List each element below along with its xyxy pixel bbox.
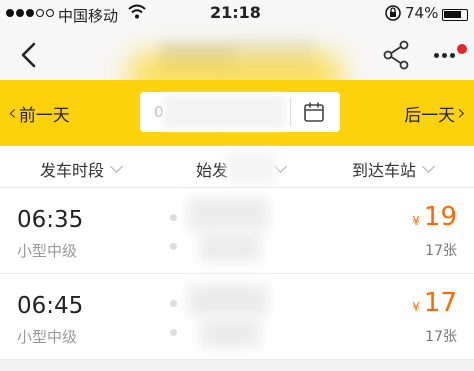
battery-percentage: 74% xyxy=(405,4,439,22)
battery-icon xyxy=(442,9,468,21)
more-options-button[interactable] xyxy=(430,44,467,66)
previous-day-label: 前一天 xyxy=(18,106,70,126)
origin-redacted xyxy=(188,198,268,230)
clock: 21:18 xyxy=(210,3,261,22)
orientation-lock-icon xyxy=(385,4,401,26)
filter-label: 到达车站 xyxy=(352,161,417,180)
previous-day-button[interactable]: ‹ 前一天 xyxy=(8,101,70,126)
date-redacted xyxy=(164,96,284,128)
bus-type: 小型中级 xyxy=(17,242,78,260)
destination-redacted xyxy=(200,318,260,348)
trip-list: 06:35 小型中级 ¥ 19 17张 06:45 小型中级 ¥ 17 17张 xyxy=(0,188,474,360)
ticket-price: ¥ 19 xyxy=(412,202,457,232)
date-selector-bar: ‹ 前一天 0 后一天 › xyxy=(0,80,474,146)
filter-departure-time[interactable]: 发车时段 xyxy=(40,157,123,181)
filter-label: 始发 xyxy=(196,161,229,180)
bus-type: 小型中级 xyxy=(17,328,78,346)
origin-dot-icon xyxy=(170,300,177,307)
destination-dot-icon xyxy=(170,243,177,250)
filter-label: 发车时段 xyxy=(40,161,105,180)
seats-remaining: 17张 xyxy=(425,243,457,259)
divider xyxy=(290,98,291,126)
calendar-icon[interactable] xyxy=(303,101,325,123)
chevron-down-icon xyxy=(274,159,287,173)
notification-badge xyxy=(457,44,467,54)
filter-redacted xyxy=(226,152,276,184)
share-icon[interactable] xyxy=(382,40,410,70)
origin-dot-icon xyxy=(170,214,177,221)
destination-redacted xyxy=(200,232,260,262)
origin-redacted xyxy=(188,284,268,316)
carrier-label: 中国移动 xyxy=(58,7,119,25)
chevron-right-icon: › xyxy=(457,100,466,126)
signal-strength-icon xyxy=(6,9,54,17)
more-dots-icon xyxy=(434,53,455,58)
departure-time: 06:45 xyxy=(17,293,84,319)
next-day-label: 后一天 xyxy=(404,106,456,126)
price-amount: 19 xyxy=(423,202,457,232)
wifi-icon xyxy=(128,4,146,24)
filter-arrival-station[interactable]: 到达车站 xyxy=(352,157,435,181)
chevron-down-icon xyxy=(110,159,123,173)
price-amount: 17 xyxy=(423,288,457,318)
ticket-price: ¥ 17 xyxy=(412,288,457,318)
chevron-left-icon: ‹ xyxy=(8,100,17,126)
currency-symbol: ¥ xyxy=(412,300,420,314)
chevron-down-icon xyxy=(422,159,435,173)
back-chevron-icon[interactable] xyxy=(16,38,46,72)
destination-dot-icon xyxy=(170,329,177,336)
currency-symbol: ¥ xyxy=(412,214,420,228)
status-bar: 中国移动 21:18 74% xyxy=(0,0,474,30)
trip-row[interactable]: 06:45 小型中级 ¥ 17 17张 xyxy=(0,274,474,360)
trip-row[interactable]: 06:35 小型中级 ¥ 19 17张 xyxy=(0,188,474,274)
date-picker[interactable]: 0 xyxy=(140,92,340,132)
departure-time: 06:35 xyxy=(17,207,84,233)
seats-remaining: 17张 xyxy=(425,329,457,345)
next-day-button[interactable]: 后一天 › xyxy=(404,101,466,126)
date-value: 0 xyxy=(154,103,164,121)
screen: 中国移动 21:18 74% ‹ 前一天 0 后一天 › 发车时段 始发 到达车… xyxy=(0,0,474,371)
